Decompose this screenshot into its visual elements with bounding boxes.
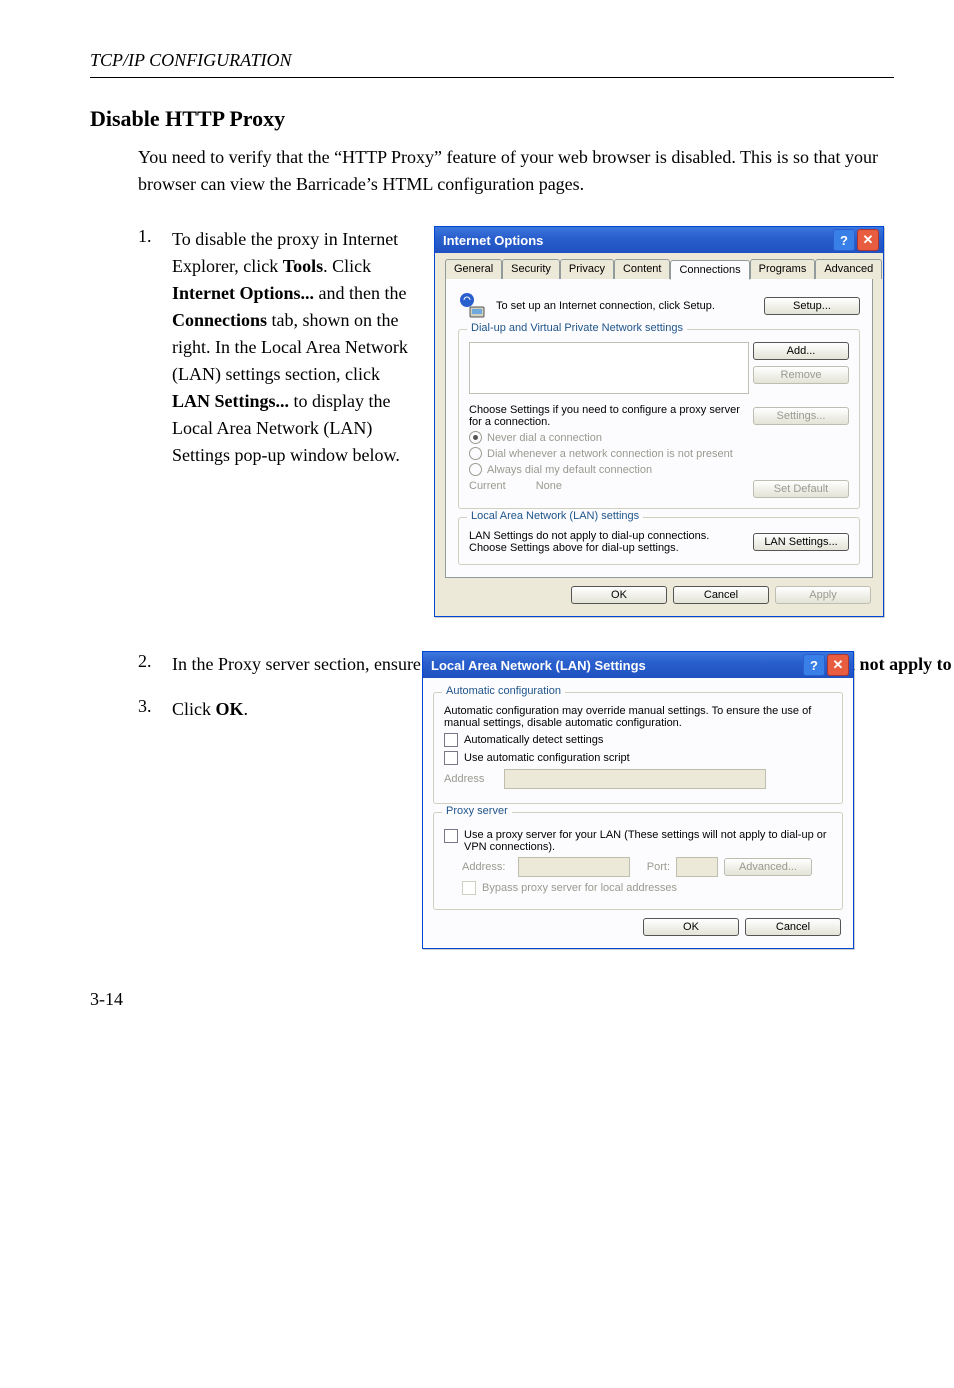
tab-general[interactable]: General bbox=[445, 259, 502, 279]
steps-2-3-row: 2. In the Proxy server section, ensure t… bbox=[138, 651, 894, 949]
close-icon[interactable]: ✕ bbox=[857, 229, 879, 251]
set-default-button: Set Default bbox=[753, 480, 849, 498]
checkbox-icon bbox=[462, 881, 476, 895]
help-icon[interactable]: ? bbox=[803, 654, 825, 676]
tab-content[interactable]: Content bbox=[614, 259, 671, 279]
proxy-server-legend: Proxy server bbox=[442, 805, 512, 817]
step-1: 1. To disable the proxy in Internet Expl… bbox=[138, 226, 894, 617]
tab-strip: General Security Privacy Content Connect… bbox=[445, 259, 873, 279]
lan-fieldset-legend: Local Area Network (LAN) settings bbox=[467, 510, 643, 522]
lan-settings-title: Local Area Network (LAN) Settings bbox=[431, 658, 801, 673]
use-proxy-checkbox-row[interactable]: Use a proxy server for your LAN (These s… bbox=[444, 829, 832, 853]
lan-settings-description: LAN Settings do not apply to dial-up con… bbox=[469, 530, 745, 554]
checkbox-icon[interactable] bbox=[444, 751, 458, 765]
radio-always-dial: Always dial my default connection bbox=[469, 463, 849, 476]
script-address-label: Address bbox=[444, 773, 498, 785]
page-header: TCP/IP CONFIGURATION bbox=[90, 50, 894, 78]
setup-button[interactable]: Setup... bbox=[764, 297, 860, 315]
checkbox-icon[interactable] bbox=[444, 733, 458, 747]
proxy-address-label: Address: bbox=[462, 861, 512, 873]
section-title: Disable HTTP Proxy bbox=[90, 106, 894, 132]
radio-dot-icon bbox=[469, 447, 482, 460]
internet-options-title: Internet Options bbox=[443, 233, 831, 248]
lan-settings-dialog: Local Area Network (LAN) Settings ? ✕ Au… bbox=[422, 651, 854, 949]
settings-button: Settings... bbox=[753, 407, 849, 425]
intro-paragraph: You need to verify that the “HTTP Proxy”… bbox=[138, 144, 894, 198]
step-1-text: To disable the proxy in Internet Explore… bbox=[172, 226, 434, 617]
dialup-connection-list[interactable] bbox=[469, 342, 749, 394]
ok-button[interactable]: OK bbox=[571, 586, 667, 604]
radio-dot-icon bbox=[469, 431, 482, 444]
lan-settings-button[interactable]: LAN Settings... bbox=[753, 533, 849, 551]
bypass-checkbox-row: Bypass proxy server for local addresses bbox=[462, 881, 832, 895]
auto-config-description: Automatic configuration may override man… bbox=[444, 705, 832, 729]
auto-config-legend: Automatic configuration bbox=[442, 685, 565, 697]
lan-ok-button[interactable]: OK bbox=[643, 918, 739, 936]
proxy-address-input bbox=[518, 857, 630, 877]
current-label: Current bbox=[469, 480, 506, 498]
step-1-number: 1. bbox=[138, 226, 172, 617]
tab-advanced[interactable]: Advanced bbox=[815, 259, 882, 279]
header-text: TCP/IP CONFIGURATION bbox=[90, 50, 292, 70]
add-button[interactable]: Add... bbox=[753, 342, 849, 360]
tab-connections[interactable]: Connections bbox=[670, 260, 749, 280]
script-address-input bbox=[504, 769, 766, 789]
help-icon[interactable]: ? bbox=[833, 229, 855, 251]
lan-cancel-button[interactable]: Cancel bbox=[745, 918, 841, 936]
radio-dot-icon bbox=[469, 463, 482, 476]
remove-button: Remove bbox=[753, 366, 849, 384]
lan-settings-titlebar[interactable]: Local Area Network (LAN) Settings ? ✕ bbox=[423, 652, 853, 678]
proxy-port-label: Port: bbox=[636, 861, 670, 873]
cancel-button[interactable]: Cancel bbox=[673, 586, 769, 604]
step-2-number: 2. bbox=[138, 651, 172, 678]
tab-security[interactable]: Security bbox=[502, 259, 560, 279]
setup-description: To set up an Internet connection, click … bbox=[496, 300, 756, 312]
dialup-fieldset-legend: Dial-up and Virtual Private Network sett… bbox=[467, 322, 687, 334]
tab-privacy[interactable]: Privacy bbox=[560, 259, 614, 279]
radio-dial-whenever: Dial whenever a network connection is no… bbox=[469, 447, 849, 460]
radio-never-dial: Never dial a connection bbox=[469, 431, 849, 444]
page-number: 3-14 bbox=[90, 989, 894, 1010]
internet-options-dialog: Internet Options ? ✕ General Security Pr… bbox=[434, 226, 884, 617]
connection-wizard-icon bbox=[458, 291, 488, 321]
auto-script-checkbox-row[interactable]: Use automatic configuration script bbox=[444, 751, 832, 765]
tab-programs[interactable]: Programs bbox=[750, 259, 816, 279]
auto-detect-checkbox-row[interactable]: Automatically detect settings bbox=[444, 733, 832, 747]
internet-options-titlebar[interactable]: Internet Options ? ✕ bbox=[435, 227, 883, 253]
proxy-port-input bbox=[676, 857, 718, 877]
current-value: None bbox=[536, 480, 723, 498]
step-3-text: Click OK. bbox=[172, 696, 260, 723]
apply-button: Apply bbox=[775, 586, 871, 604]
choose-settings-text: Choose Settings if you need to configure… bbox=[469, 404, 745, 428]
checkbox-icon[interactable] bbox=[444, 829, 458, 843]
advanced-button: Advanced... bbox=[724, 858, 812, 876]
step-3-number: 3. bbox=[138, 696, 172, 723]
close-icon[interactable]: ✕ bbox=[827, 654, 849, 676]
